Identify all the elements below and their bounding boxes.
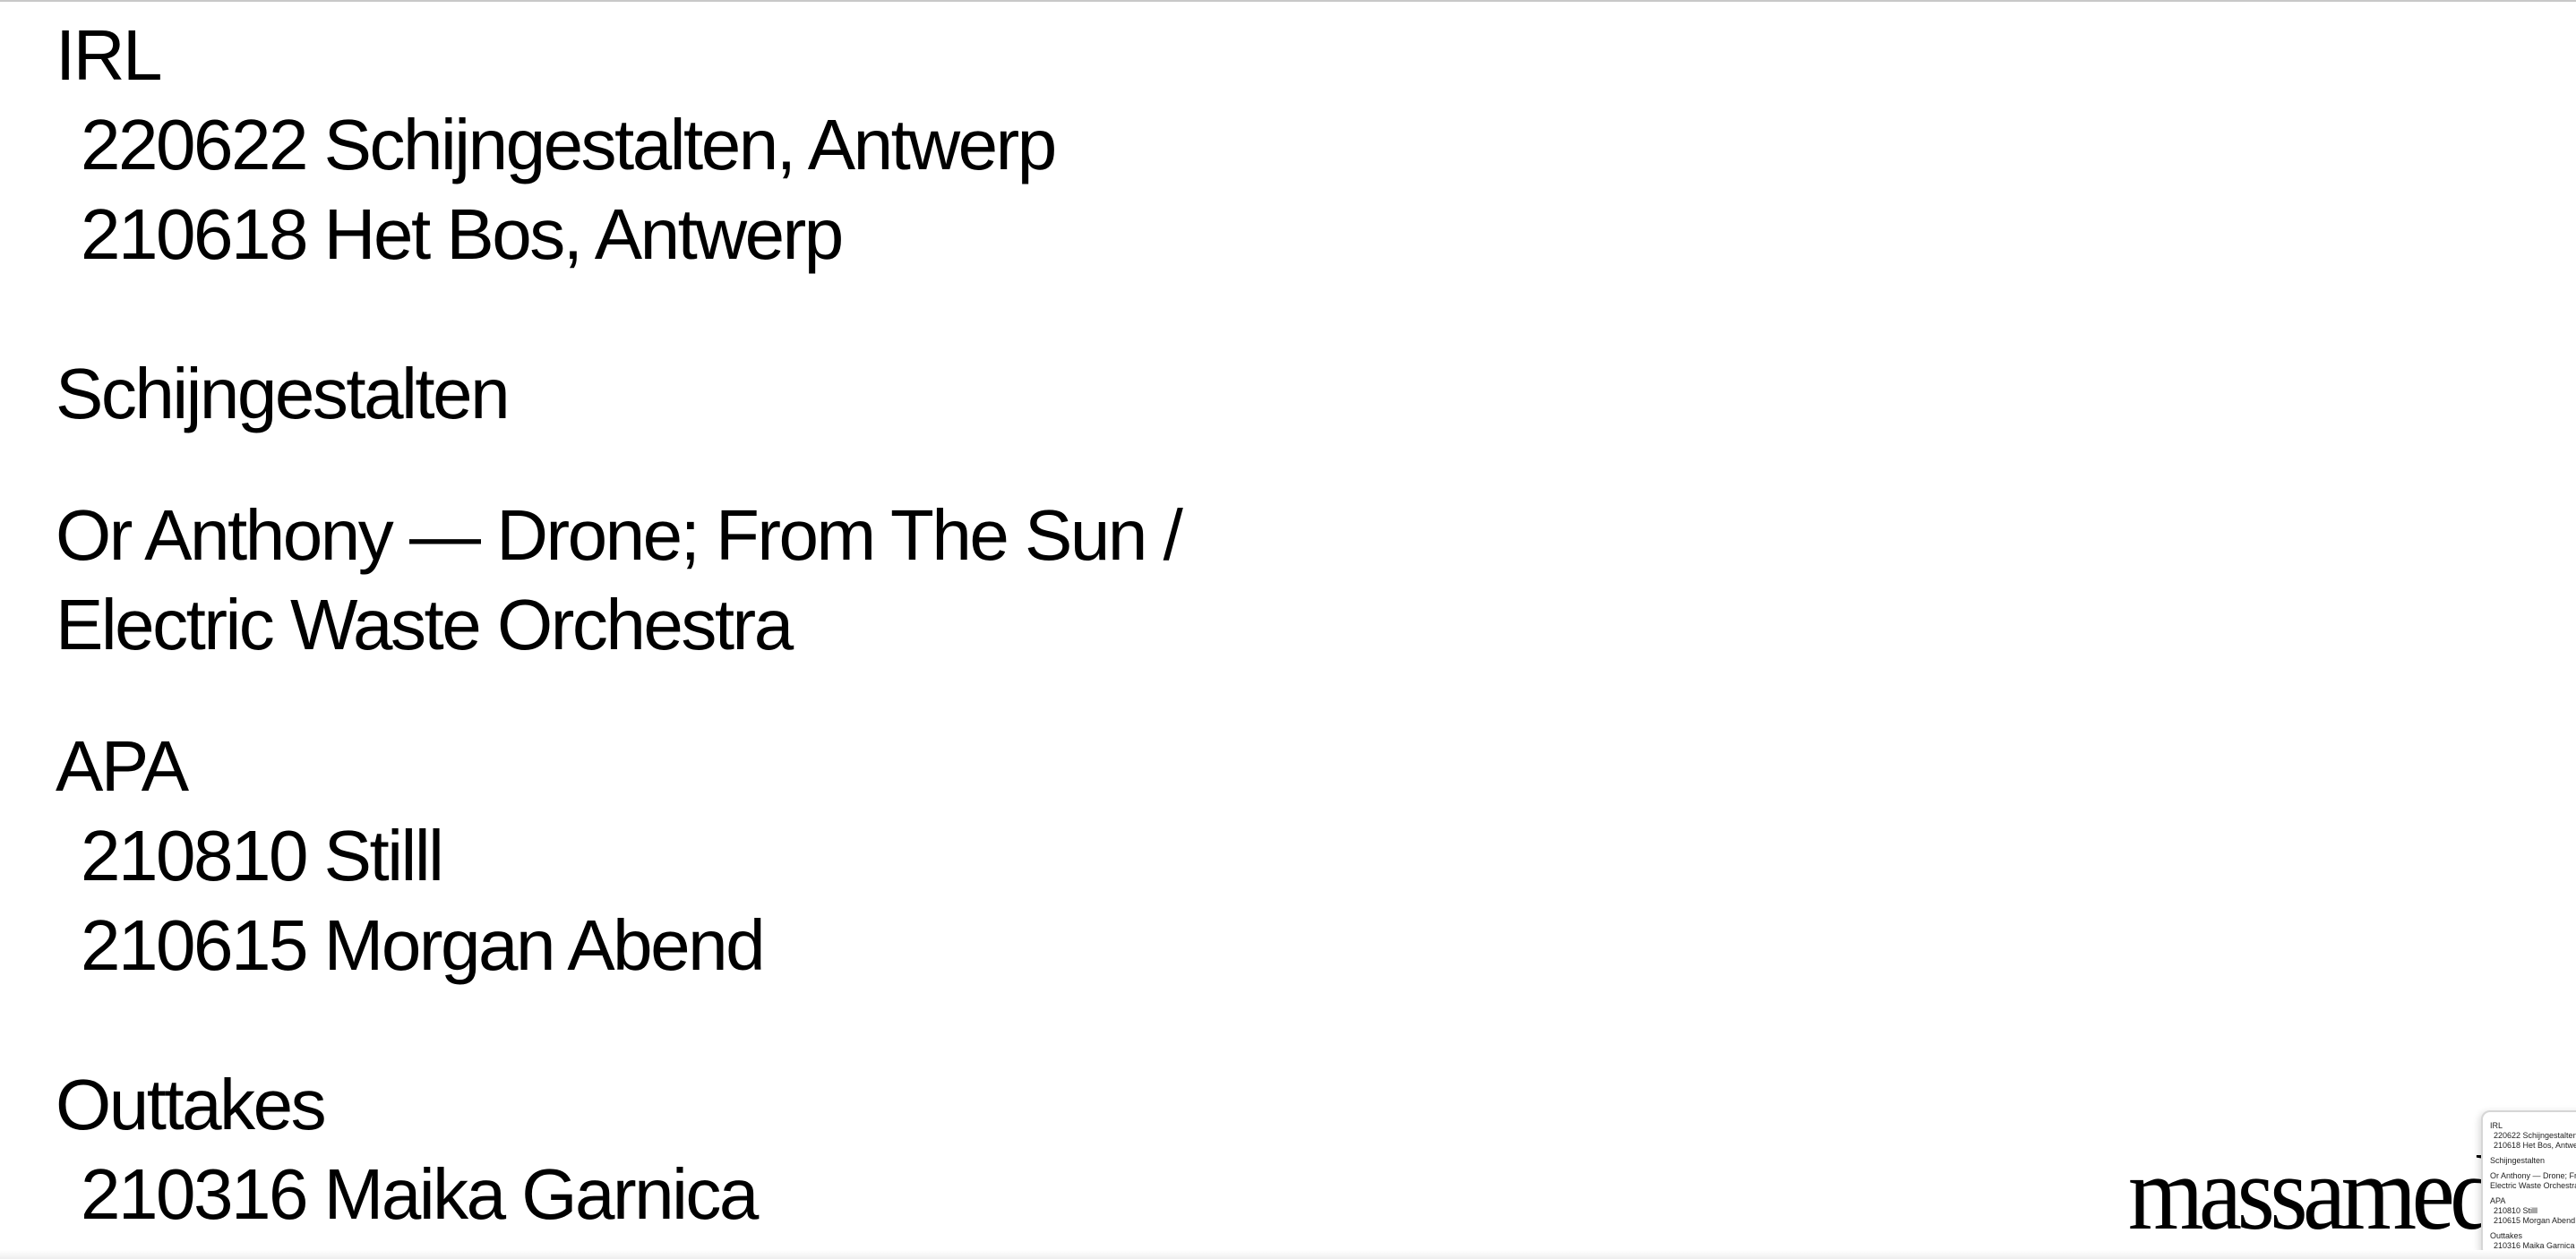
section-apa: APA 210810 Stilll 210615 Morgan Abend — [56, 722, 1399, 990]
thumb-line: Outtakes — [2490, 1231, 2523, 1240]
top-border — [0, 0, 2576, 2]
entry-210615-morgan-abend[interactable]: 210615 Morgan Abend — [56, 901, 1399, 990]
section-irl: IRL 220622 Schijngestalten, Antwerp 2106… — [56, 11, 1399, 279]
entry-210810-stilll[interactable]: 210810 Stilll — [56, 811, 1399, 901]
section-outtakes: Outtakes 210316 Maika Garnica — [56, 1060, 1399, 1239]
thumb-line: Schijngestalten — [2490, 1156, 2546, 1165]
entry-210618-het-bos[interactable]: 210618 Het Bos, Antwerp — [56, 190, 1399, 279]
thumb-line: 210810 Stilll — [2494, 1206, 2538, 1215]
thumb-line: APA — [2490, 1196, 2506, 1205]
thumb-line: IRL — [2490, 1121, 2503, 1130]
section-heading-apa[interactable]: APA — [56, 722, 1399, 811]
bottom-edge-shadow — [0, 1250, 2576, 1259]
entry-220622-schijngestalten[interactable]: 220622 Schijngestalten, Antwerp — [56, 100, 1399, 190]
thumb-line: Or Anthony — Drone; From — [2490, 1171, 2576, 1180]
thumbnail-content: IRL 220622 Schijngestalten, A 210618 Het… — [2490, 1121, 2576, 1251]
thumb-line: 220622 Schijngestalten, A — [2494, 1131, 2576, 1140]
page-thumbnail-preview[interactable]: IRL 220622 Schijngestalten, A 210618 Het… — [2481, 1110, 2576, 1257]
section-or-anthony: Or Anthony — Drone; From The Sun / Elect… — [56, 491, 1399, 670]
section-schijngestalten: Schijngestalten — [56, 349, 1399, 439]
thumb-line: 210615 Morgan Abend — [2494, 1216, 2576, 1225]
entry-or-anthony-line-1[interactable]: Or Anthony — Drone; From The Sun / — [56, 491, 1399, 580]
entry-or-anthony-line-2[interactable]: Electric Waste Orchestra — [56, 580, 1399, 670]
thumb-line: 210618 Het Bos, Antwerp — [2494, 1141, 2576, 1150]
section-heading-irl[interactable]: IRL — [56, 11, 1399, 100]
entry-210316-maika-garnica[interactable]: 210316 Maika Garnica — [56, 1150, 1399, 1239]
thumb-line: Electric Waste Orchestra — [2490, 1181, 2576, 1190]
section-heading-outtakes[interactable]: Outtakes — [56, 1060, 1399, 1150]
section-heading-schijngestalten[interactable]: Schijngestalten — [56, 349, 1399, 439]
